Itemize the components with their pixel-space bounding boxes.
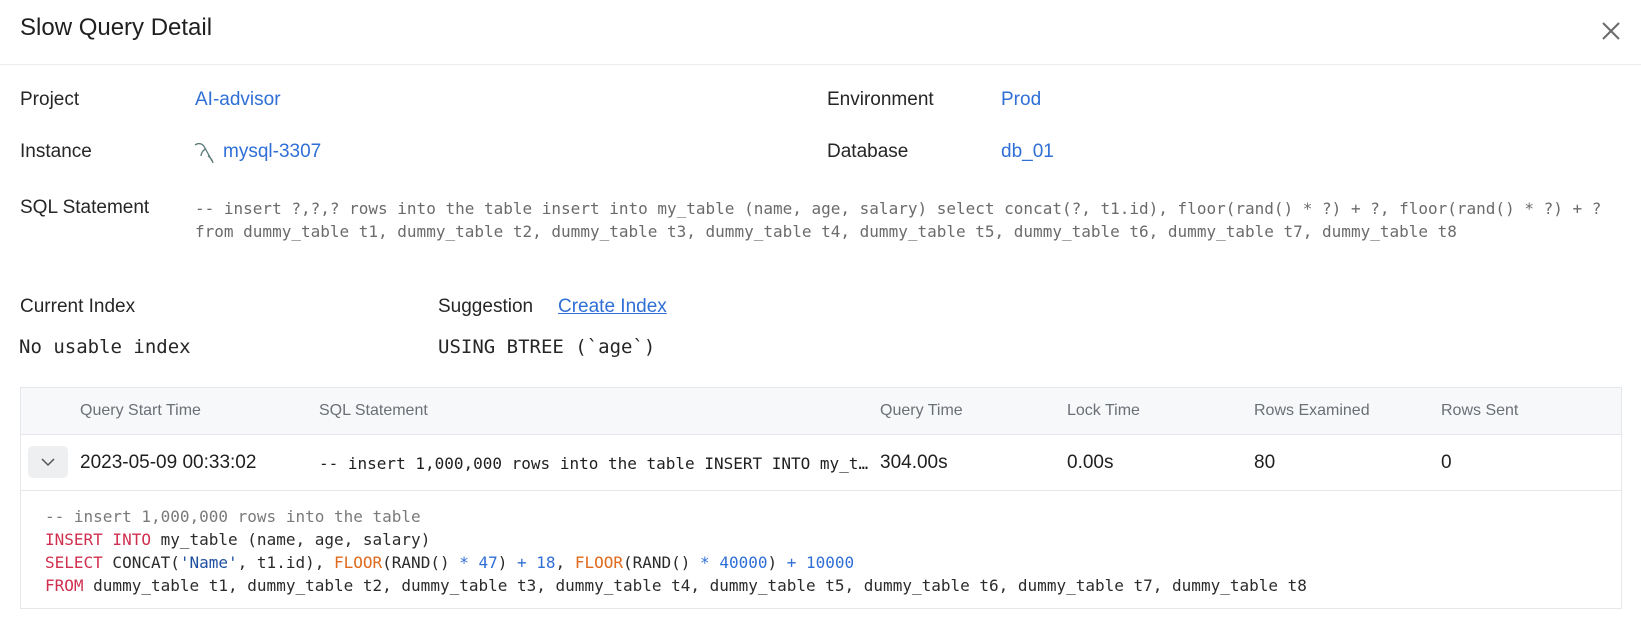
sql-number: + 18 <box>517 553 556 572</box>
close-icon <box>1602 22 1620 40</box>
cell-query-start-time: 2023-05-09 00:33:02 <box>80 452 257 473</box>
chevron-down-icon <box>41 458 55 467</box>
sql-text: CONCAT( <box>102 553 180 572</box>
expand-row-button[interactable] <box>28 446 68 478</box>
sql-text: my_table (name, age, salary) <box>150 530 431 549</box>
project-label: Project <box>20 89 80 110</box>
column-header-lock-time[interactable]: Lock Time <box>1067 402 1140 420</box>
cell-rows-sent: 0 <box>1441 452 1452 473</box>
sql-function: FLOOR <box>574 553 623 572</box>
sql-string: 'Name' <box>179 553 238 572</box>
cell-lock-time: 0.00s <box>1067 452 1114 473</box>
sql-text: ) <box>497 553 518 572</box>
environment-label: Environment <box>827 89 934 110</box>
sql-keyword: INSERT INTO <box>45 530 151 549</box>
column-header-rows-sent[interactable]: Rows Sent <box>1441 402 1518 420</box>
column-header-query-time[interactable]: Query Time <box>880 402 963 420</box>
sql-number: * 47 <box>459 553 498 572</box>
sql-comment: -- insert 1,000,000 rows into the table <box>45 507 421 526</box>
current-index-value: No usable index <box>19 336 191 358</box>
suggestion-label: Suggestion <box>438 296 534 317</box>
project-link[interactable]: AI-advisor <box>195 89 281 111</box>
column-header-query-start-time[interactable]: Query Start Time <box>80 402 201 420</box>
database-link[interactable]: db_01 <box>1001 141 1054 163</box>
close-button[interactable] <box>1596 16 1626 46</box>
current-index-label: Current Index <box>20 296 136 317</box>
table-header: Query Start Time SQL Statement Query Tim… <box>21 388 1621 435</box>
column-header-sql-statement[interactable]: SQL Statement <box>319 402 428 420</box>
sql-text: (RAND() <box>382 553 460 572</box>
sql-keyword: FROM <box>45 576 84 595</box>
create-index-link[interactable]: Create Index <box>558 296 667 318</box>
sql-text: , t1.id), <box>237 553 334 572</box>
slow-query-table: Query Start Time SQL Statement Query Tim… <box>20 387 1622 609</box>
environment-link[interactable]: Prod <box>1001 89 1041 111</box>
cell-sql-statement: -- insert 1,000,000 rows into the table … <box>319 454 869 473</box>
cell-rows-examined: 80 <box>1254 452 1276 473</box>
sql-number: * 40000 <box>700 553 768 572</box>
instance-link[interactable]: mysql-3307 <box>223 141 321 163</box>
instance-label: Instance <box>20 141 92 162</box>
table-row[interactable]: 2023-05-09 00:33:02 -- insert 1,000,000 … <box>21 435 1621 491</box>
dialog-title: Slow Query Detail <box>20 14 213 41</box>
suggestion-value: USING BTREE (`age`) <box>438 336 656 358</box>
sql-text: (RAND() <box>622 553 701 572</box>
sql-text: ) <box>767 553 787 572</box>
expanded-sql-block: -- insert 1,000,000 rows into the table … <box>45 505 1307 597</box>
database-label: Database <box>827 141 909 162</box>
mysql-dolphin-icon <box>193 141 215 165</box>
sql-function: FLOOR <box>333 553 383 572</box>
column-header-rows-examined[interactable]: Rows Examined <box>1254 402 1370 420</box>
dialog-header: Slow Query Detail <box>0 0 1641 65</box>
cell-query-time: 304.00s <box>880 452 948 473</box>
sql-text: dummy_table t1, dummy_table t2, dummy_ta… <box>83 576 1307 595</box>
sql-text: , <box>555 553 575 572</box>
sql-number: + 10000 <box>786 553 855 572</box>
sql-keyword: SELECT <box>45 553 103 572</box>
sql-statement-value: -- insert ?,?,? rows into the table inse… <box>195 199 1602 241</box>
sql-statement-label: SQL Statement <box>20 197 150 218</box>
